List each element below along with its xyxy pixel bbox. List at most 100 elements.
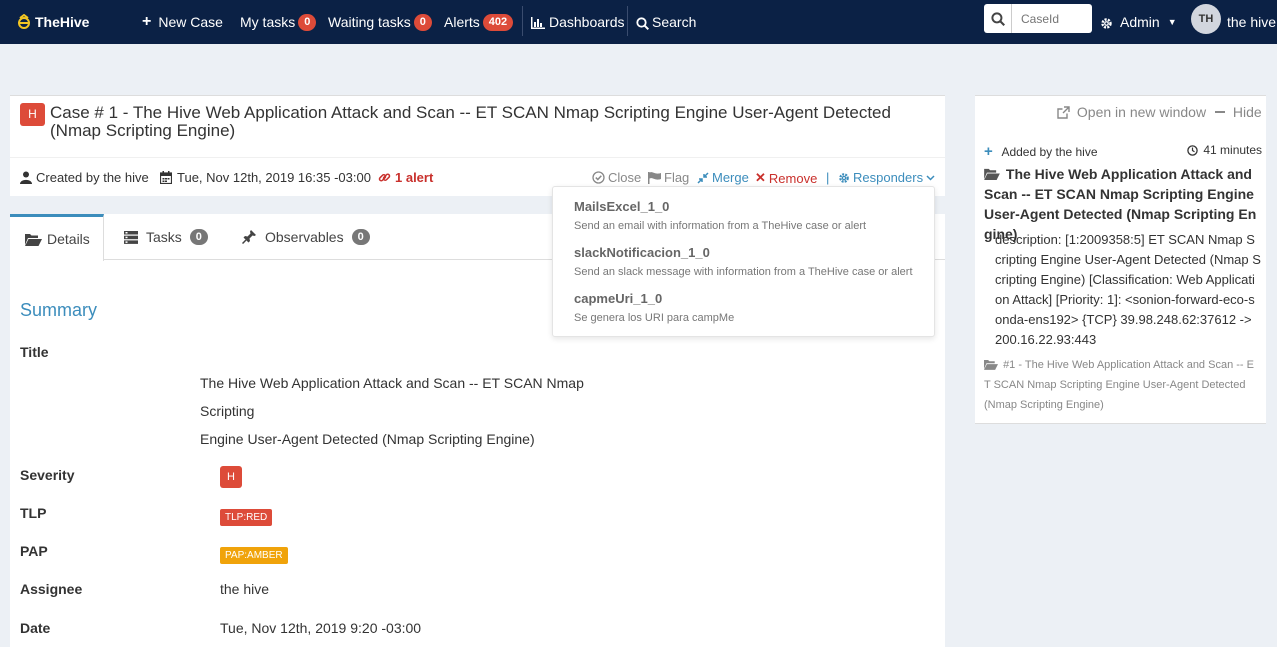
open-new-window-link[interactable]: Open in new window [1057, 104, 1206, 120]
severity-label: Severity [20, 467, 75, 483]
date-value[interactable]: Tue, Nov 12th, 2019 9:20 -03:00 [220, 620, 421, 636]
title-label: Title [20, 344, 49, 360]
nav-divider [522, 6, 523, 36]
responder-item[interactable]: MailsExcel_1_0 Send an email with inform… [574, 199, 866, 232]
open-new-window-label: Open in new window [1076, 104, 1207, 120]
caseid-search [984, 4, 1092, 33]
case-header: H Case # 1 - The Hive Web Application At… [10, 95, 945, 196]
severity-badge: H [220, 466, 242, 488]
waiting-tasks-label: Waiting tasks [328, 14, 411, 30]
flag-case-button[interactable]: Flag [648, 170, 689, 185]
check-circle-icon [592, 171, 605, 184]
merge-label: Merge [712, 170, 749, 185]
merge-case-button[interactable]: Merge [697, 170, 749, 185]
case-title: H Case # 1 - The Hive Web Application At… [20, 103, 940, 140]
tab-observables-label: Observables [265, 229, 344, 245]
gear-icon [839, 172, 849, 183]
compress-icon [697, 171, 709, 184]
tlp-value: TLP:RED [220, 507, 273, 526]
assignee-value[interactable]: the hive [220, 581, 269, 597]
my-tasks-count-badge: 0 [298, 13, 317, 31]
user-menu[interactable]: the hive [1227, 0, 1276, 44]
alerts-link[interactable]: Alerts 402 [444, 0, 514, 44]
tasks-count-badge: 0 [189, 229, 208, 245]
actions-divider: | [826, 170, 830, 185]
title-value: The Hive Web Application Attack and Scan… [200, 369, 620, 453]
search-icon [990, 11, 1005, 26]
avatar[interactable]: TH [1191, 4, 1221, 34]
responder-name: capmeUri_1_0 [574, 291, 663, 306]
tab-details[interactable]: Details [10, 214, 104, 261]
plus-icon: + [142, 13, 152, 30]
close-label: Close [608, 170, 642, 185]
waiting-tasks-count-badge: 0 [413, 13, 432, 31]
linked-case-link[interactable]: #1 - The Hive Web Application Attack and… [984, 355, 1259, 415]
remove-case-button[interactable]: ✕ Remove [755, 170, 817, 186]
search-link[interactable]: Search [636, 0, 696, 44]
added-by: + Added by the hive [984, 143, 1098, 160]
time-ago: 41 minutes [1187, 143, 1262, 157]
alerts-label: Alerts [444, 14, 480, 30]
thehive-logo[interactable]: TheHive [16, 0, 89, 44]
remove-label: Remove [768, 170, 818, 186]
alert-side-panel: Open in new window Hide + Added by the h… [975, 95, 1266, 424]
times-icon: ✕ [755, 170, 766, 185]
admin-menu[interactable]: Admin ▼ [1100, 0, 1177, 44]
responder-name: MailsExcel_1_0 [574, 199, 670, 214]
caret-down-icon: ▼ [1167, 17, 1177, 27]
user-icon [20, 171, 32, 184]
caseid-search-button[interactable] [984, 4, 1012, 33]
created-by-text: Created by the hive [36, 170, 149, 185]
tab-observables[interactable]: Observables 0 [242, 214, 370, 260]
link-icon [378, 173, 391, 182]
flag-label: Flag [664, 170, 690, 185]
folder-open-icon [984, 168, 1000, 180]
responder-item[interactable]: capmeUri_1_0 Se genera los URI para camp… [574, 291, 734, 324]
caseid-input[interactable] [1013, 4, 1091, 33]
bar-chart-icon [531, 14, 545, 30]
responders-button[interactable]: Responders [838, 170, 935, 185]
severity-badge: H [20, 103, 45, 126]
responder-item[interactable]: slackNotificacion_1_0 Send an slack mess… [574, 245, 913, 278]
new-case-label: New Case [158, 14, 223, 30]
top-navbar: TheHive + New Case My tasks 0 Waiting ta… [0, 0, 1277, 44]
waiting-tasks-link[interactable]: Waiting tasks 0 [328, 0, 432, 44]
flag-icon [648, 171, 661, 184]
plus-icon: + [984, 143, 993, 160]
bee-icon [16, 13, 32, 31]
alerts-count-text: 1 alert [395, 170, 434, 185]
created-date-text: Tue, Nov 12th, 2019 16:35 -03:00 [177, 170, 371, 185]
responder-description: Se genera los URI para campMe [574, 312, 735, 324]
responder-description: Send an slack message with information f… [574, 266, 913, 278]
search-label: Search [652, 14, 697, 30]
dashboards-label: Dashboards [549, 14, 625, 30]
logo-text: TheHive [35, 14, 90, 30]
new-case-button[interactable]: + New Case [142, 0, 223, 44]
alerts-count-badge: 402 [482, 13, 514, 31]
responder-name: slackNotificacion_1_0 [574, 245, 710, 260]
severity-value: H [220, 466, 242, 488]
hide-panel-button[interactable]: Hide [1215, 104, 1262, 120]
dashboards-link[interactable]: Dashboards [531, 0, 625, 44]
my-tasks-link[interactable]: My tasks 0 [240, 0, 317, 44]
nav-divider [627, 6, 628, 36]
alerts-link[interactable]: 1 alert [378, 170, 433, 185]
summary-heading: Summary [20, 300, 98, 320]
created-by: Created by the hive [20, 170, 149, 185]
close-case-button[interactable]: Close [592, 170, 641, 185]
hide-label: Hide [1232, 104, 1262, 120]
tab-details-label: Details [47, 231, 90, 247]
folder-open-icon [25, 233, 42, 246]
pap-label: PAP [20, 543, 48, 559]
tlp-label: TLP [20, 505, 47, 521]
alert-description: description: [1:2009358:5] ET SCAN Nmap … [995, 232, 1261, 347]
thumbtack-icon [242, 230, 256, 244]
created-date: Tue, Nov 12th, 2019 16:35 -03:00 [160, 170, 371, 185]
tab-tasks[interactable]: Tasks 0 [124, 214, 208, 260]
minus-icon [1215, 110, 1225, 113]
title-value-line: The Hive Web Application Attack and Scan… [200, 375, 584, 419]
observables-count-badge: 0 [351, 229, 370, 245]
added-by-text: Added by the hive [1001, 145, 1098, 159]
chevron-down-icon [926, 174, 935, 181]
responders-label: Responders [853, 170, 924, 185]
